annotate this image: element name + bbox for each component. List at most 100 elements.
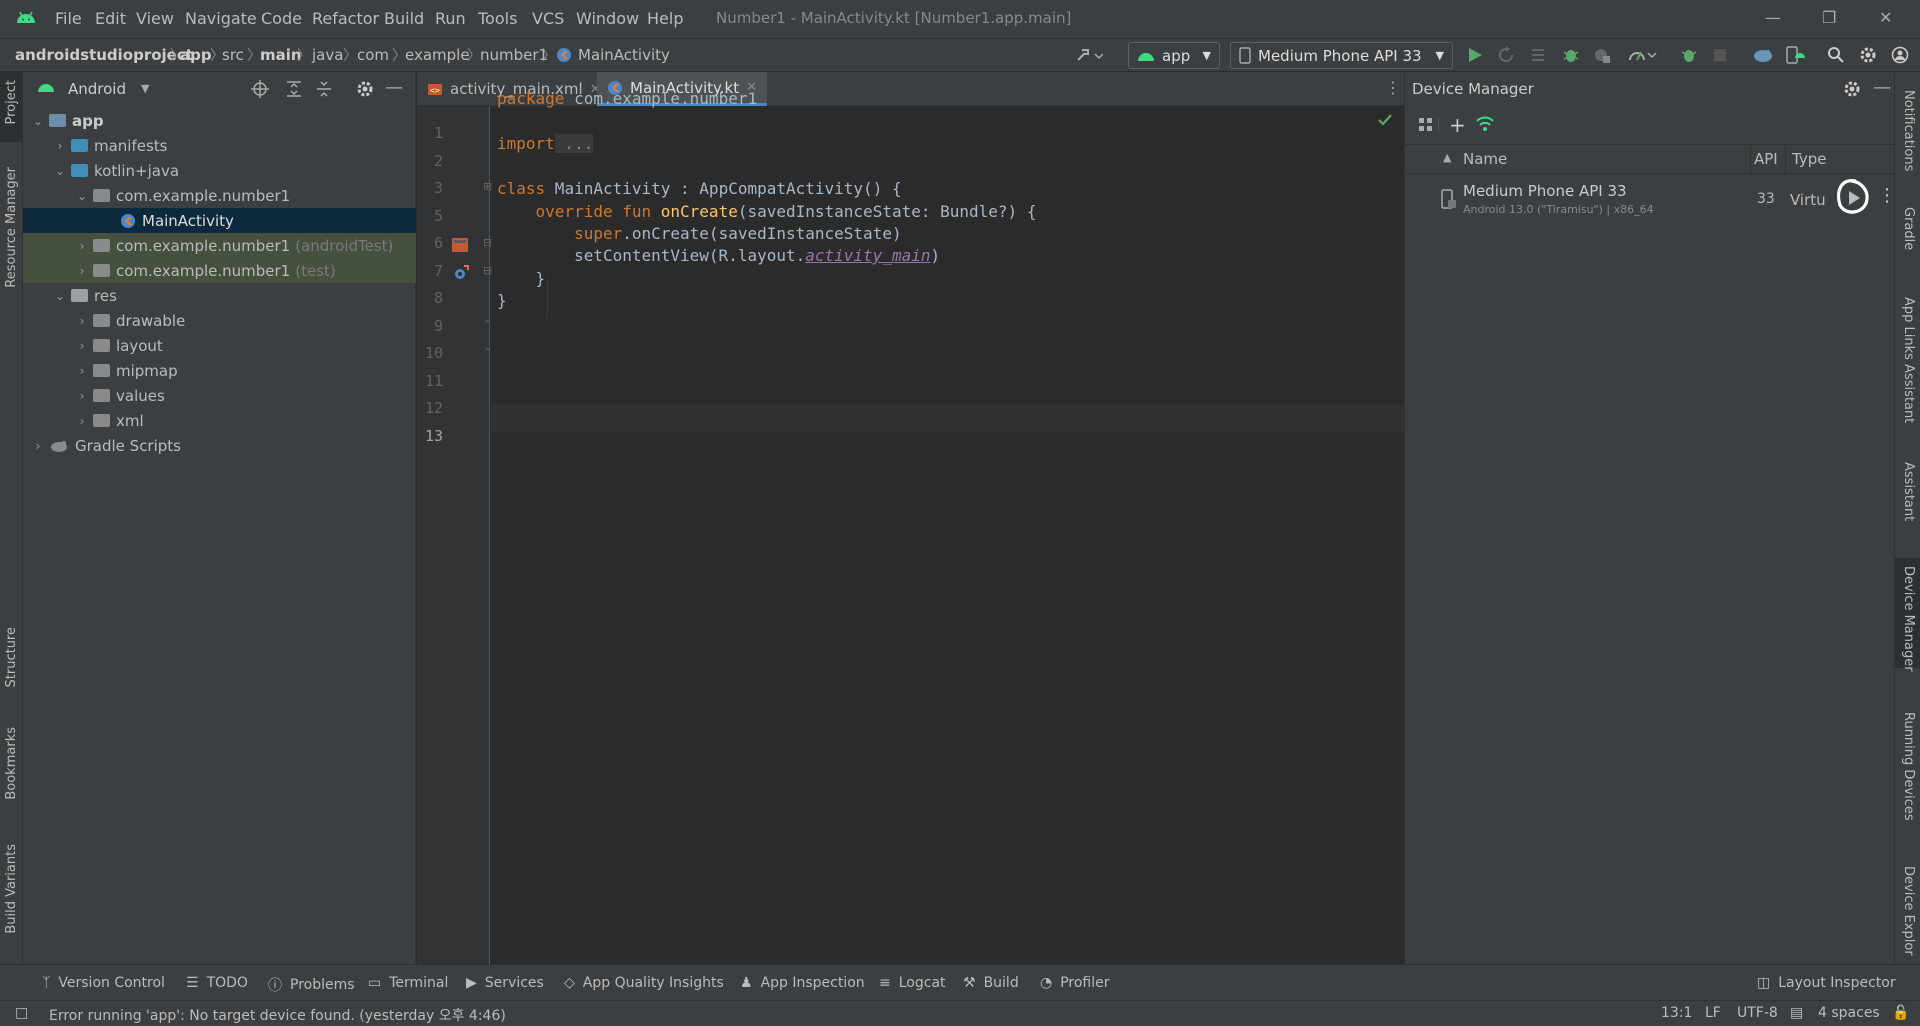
app-links-assistant-tool-button[interactable]: App Links Assistant <box>1901 297 1916 423</box>
tree-item-layout[interactable]: › layout <box>23 333 416 358</box>
launch-device-play-icon[interactable] <box>1826 175 1876 219</box>
fold-marker-icon[interactable]: ⊟ <box>483 264 492 277</box>
add-device-icon[interactable]: + <box>1449 115 1466 135</box>
device-select[interactable]: Medium Phone API 33 ▼ <box>1230 42 1453 69</box>
menu-window[interactable]: Window <box>576 9 639 28</box>
collapse-all-icon[interactable] <box>316 80 332 98</box>
profiler-tool[interactable]: ◔ Profiler <box>1040 975 1110 991</box>
menu-vcs[interactable]: VCS <box>532 9 564 28</box>
breadcrumb-mainactivity[interactable]: MainActivity <box>578 46 670 64</box>
stop-icon[interactable] <box>1712 46 1728 64</box>
debug-icon[interactable] <box>1562 46 1580 64</box>
project-tool-button[interactable]: Project <box>0 72 23 142</box>
column-type[interactable]: Type <box>1792 150 1826 168</box>
build-tool[interactable]: ⚒ Build <box>963 975 1019 991</box>
menu-refactor[interactable]: Refactor <box>312 9 379 28</box>
expand-all-icon[interactable] <box>286 80 302 98</box>
hide-panel-icon[interactable]: — <box>1873 77 1891 98</box>
breadcrumb-app[interactable]: app <box>180 46 212 64</box>
override-gutter-icon[interactable] <box>453 265 469 281</box>
settings-gear-icon[interactable] <box>1843 80 1861 98</box>
breadcrumb-project[interactable]: androidstudioproject <box>15 46 193 64</box>
device-row[interactable]: Medium Phone API 33 Android 13.0 ("Tiram… <box>1405 175 1896 225</box>
column-name[interactable]: Name <box>1463 150 1507 168</box>
debug-tests-icon[interactable] <box>1680 46 1698 64</box>
collapsed-imports[interactable]: ... <box>554 134 594 153</box>
group-icon[interactable] <box>1417 116 1435 134</box>
more-options-icon[interactable]: ⋮ <box>1385 78 1401 97</box>
breadcrumb-src[interactable]: src <box>222 46 244 64</box>
menu-code[interactable]: Code <box>261 9 302 28</box>
menu-help[interactable]: Help <box>647 9 683 28</box>
attach-debugger-icon[interactable] <box>1593 46 1611 64</box>
fold-marker-icon[interactable]: ⊟ <box>483 236 492 249</box>
code-line-11[interactable]: } <box>497 291 507 310</box>
structure-tool-button[interactable]: Structure <box>4 627 19 687</box>
activity-gutter-icon[interactable] <box>450 236 470 254</box>
code-line-10[interactable]: } <box>497 269 546 288</box>
breadcrumb-java[interactable]: java <box>312 46 343 64</box>
search-icon[interactable] <box>1827 46 1845 64</box>
tree-item-res[interactable]: ⌄ res <box>23 283 416 308</box>
close-icon[interactable]: ✕ <box>1879 8 1892 27</box>
hide-panel-icon[interactable]: — <box>385 77 403 98</box>
tree-item-mainactivity[interactable]: MainActivity <box>23 208 416 233</box>
tree-item-manifests[interactable]: › manifests <box>23 133 416 158</box>
code-line-1[interactable]: package com.example.number1 <box>497 89 757 108</box>
menu-tools[interactable]: Tools <box>478 9 517 28</box>
breadcrumb-number1[interactable]: number1 <box>480 46 548 64</box>
layout-inspector-tool[interactable]: ◫ Layout Inspector <box>1757 975 1896 991</box>
tree-item-mipmap[interactable]: › mipmap <box>23 358 416 383</box>
caret-position[interactable]: 13:1 <box>1661 1005 1692 1021</box>
menu-edit[interactable]: Edit <box>95 9 126 28</box>
tree-item-app[interactable]: ⌄ app <box>23 108 416 133</box>
settings-gear-icon[interactable] <box>356 80 374 98</box>
code-line-7[interactable]: override fun onCreate(savedInstanceState… <box>497 202 1037 221</box>
sort-ascending-icon[interactable]: ▲ <box>1443 151 1451 164</box>
device-manager-tool-button[interactable]: Device Manager <box>1895 558 1920 672</box>
gradle-tool-button[interactable]: Gradle <box>1901 207 1916 250</box>
device-explorer-tool-button[interactable]: Device Explor <box>1901 866 1916 956</box>
device-manager-icon[interactable] <box>1785 46 1805 64</box>
run-config-select[interactable]: app ▼ <box>1128 42 1220 69</box>
restore-icon[interactable]: ❐ <box>1822 8 1836 27</box>
line-separator[interactable]: LF <box>1705 1005 1721 1021</box>
assistant-tool-button[interactable]: Assistant <box>1901 462 1916 521</box>
file-readonly-icon[interactable]: ▤ <box>1790 1005 1803 1021</box>
code-line-3[interactable]: import ... <box>497 134 594 153</box>
tree-item-package[interactable]: ⌄ com.example.number1 <box>23 183 416 208</box>
app-inspection-tool[interactable]: ♟ App Inspection <box>740 975 865 991</box>
code-line-8[interactable]: super.onCreate(savedInstanceState) <box>497 224 902 243</box>
unlock-icon[interactable]: 🔓 <box>1892 1005 1909 1021</box>
code-line-9[interactable]: setContentView(R.layout.activity_main) <box>497 246 940 265</box>
fold-marker-icon[interactable]: ⌃ <box>483 318 492 331</box>
menu-navigate[interactable]: Navigate <box>185 9 257 28</box>
terminal-tool[interactable]: ▭ Terminal <box>368 975 448 991</box>
services-tool[interactable]: ▶ Services <box>466 975 544 991</box>
run-icon[interactable] <box>1467 46 1483 64</box>
file-encoding[interactable]: UTF-8 <box>1737 1005 1778 1021</box>
project-view-select[interactable]: Android <box>68 80 126 98</box>
tree-item-drawable[interactable]: › drawable <box>23 308 416 333</box>
todo-tool[interactable]: ☰ TODO <box>186 975 248 991</box>
tree-item-values[interactable]: › values <box>23 383 416 408</box>
column-api[interactable]: API <box>1754 150 1778 168</box>
problems-tool[interactable]: ⓘ Problems <box>268 975 355 995</box>
fold-marker-icon[interactable]: ⊞ <box>483 180 492 193</box>
resource-manager-tool-button[interactable]: Resource Manager <box>4 167 19 288</box>
app-quality-insights-tool[interactable]: ◇ App Quality Insights <box>564 975 724 991</box>
logcat-tool[interactable]: ≡ Logcat <box>879 975 946 991</box>
wifi-pairing-icon[interactable] <box>1475 115 1495 133</box>
breadcrumb-example[interactable]: example <box>405 46 470 64</box>
toggle-tool-windows-icon[interactable]: □ <box>15 1005 28 1021</box>
breadcrumb-main[interactable]: main <box>260 46 302 64</box>
breadcrumb-com[interactable]: com <box>357 46 389 64</box>
apply-changes-icon[interactable] <box>1497 46 1515 64</box>
tree-item-xml[interactable]: › xml <box>23 408 416 433</box>
version-control-tool[interactable]: ᛉ Version Control <box>42 975 165 991</box>
menu-build[interactable]: Build <box>384 9 424 28</box>
running-devices-tool-button[interactable]: Running Devices <box>1901 712 1916 821</box>
minimize-icon[interactable]: — <box>1765 8 1781 27</box>
profile-icon[interactable] <box>1628 46 1658 64</box>
tree-item-kotlin-java[interactable]: ⌄ kotlin+java <box>23 158 416 183</box>
